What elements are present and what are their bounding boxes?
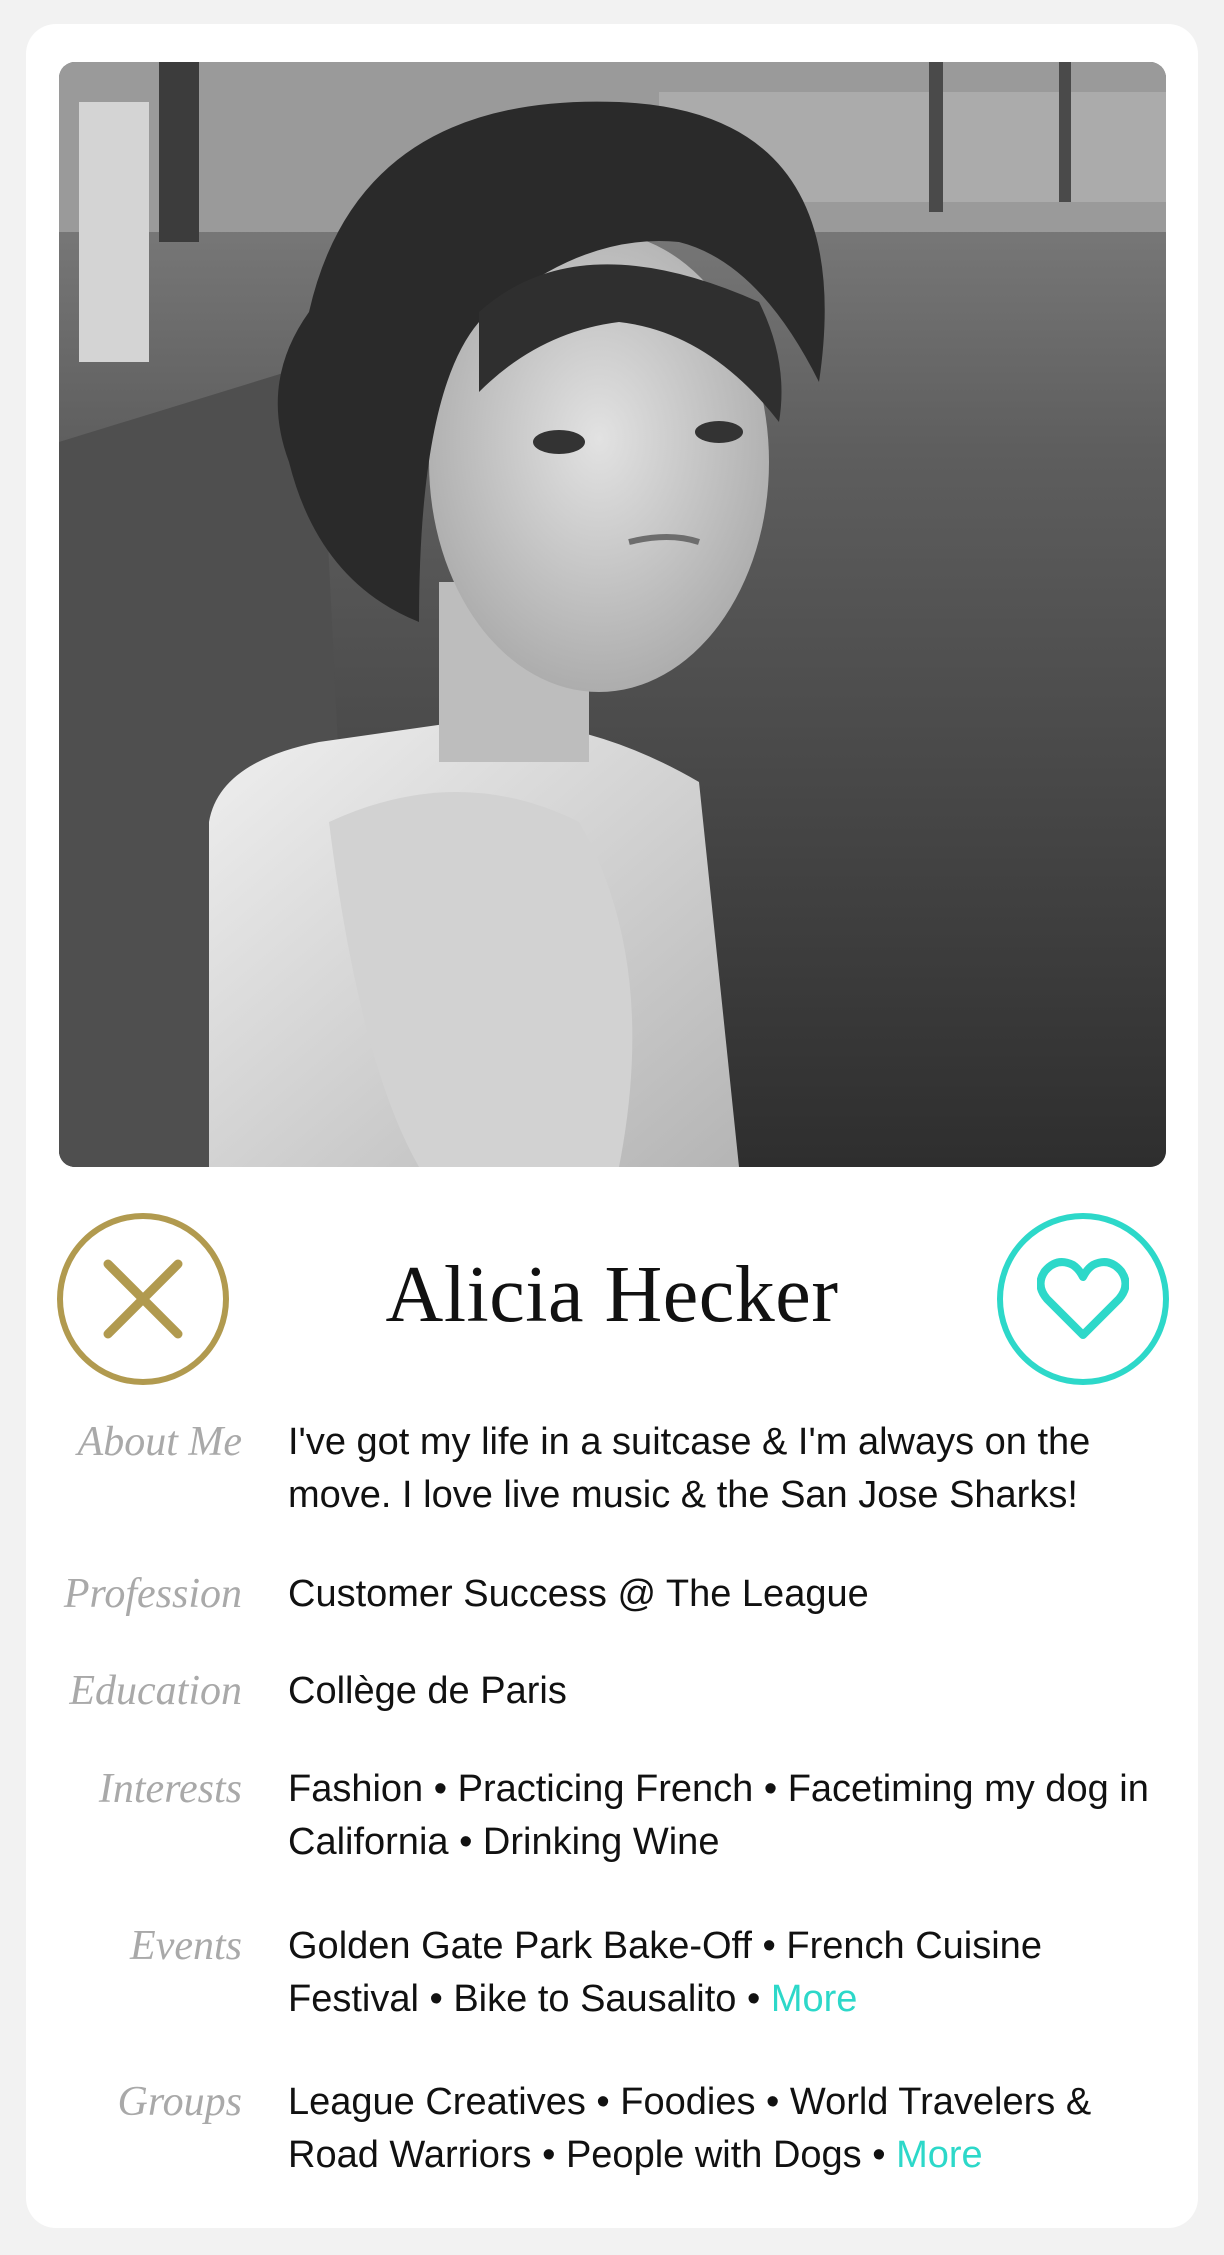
groups-label: Groups — [117, 2079, 242, 2125]
pass-button[interactable] — [57, 1213, 229, 1385]
interests-value: Fashion • Practicing French • Facetiming… — [288, 1768, 1149, 1863]
events-more-link[interactable]: More — [771, 1978, 858, 2020]
profile-card: Alicia Hecker About Me I've got my life … — [26, 24, 1198, 2228]
heart-icon — [1037, 1258, 1129, 1339]
profession-value: Customer Success @ The League — [288, 1573, 869, 1615]
groups-value-block: League Creatives • Foodies • World Trave… — [288, 2076, 1168, 2182]
close-icon — [103, 1259, 183, 1339]
profile-name: Alicia Hecker — [385, 1251, 839, 1339]
like-button[interactable] — [997, 1213, 1169, 1385]
profession-label: Profession — [63, 1571, 242, 1617]
events-label: Events — [130, 1923, 242, 1969]
education-label: Education — [69, 1668, 242, 1714]
about-value: I've got my life in a suitcase & I'm alw… — [288, 1421, 1091, 1516]
about-label: About Me — [77, 1419, 242, 1465]
groups-more-link[interactable]: More — [896, 2134, 983, 2176]
profile-photo-image — [59, 62, 1166, 1167]
education-value: Collège de Paris — [288, 1670, 567, 1712]
events-value: Golden Gate Park Bake-Off • French Cuisi… — [288, 1925, 1042, 2020]
profile-photo[interactable] — [59, 62, 1166, 1167]
events-value-block: Golden Gate Park Bake-Off • French Cuisi… — [288, 1920, 1168, 2026]
interests-label: Interests — [98, 1766, 242, 1812]
